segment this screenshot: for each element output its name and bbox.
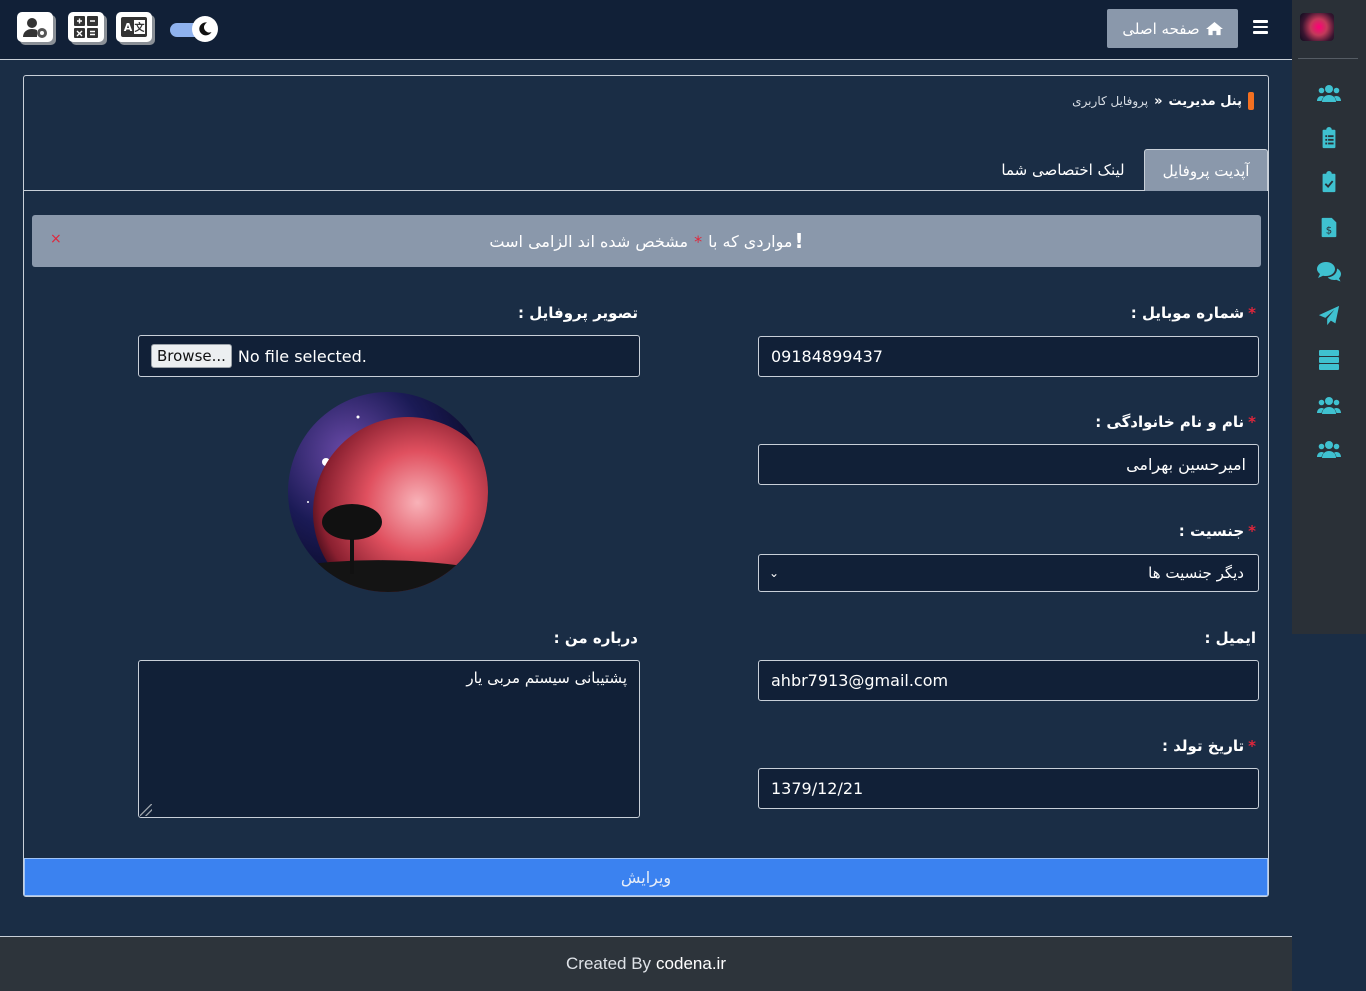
mobile-label: *شماره موبایل : (1130, 304, 1256, 322)
sidebar-divider (1298, 58, 1358, 59)
profile-card: پنل مدیریت « پروفایل کاربری آپدیت پروفای… (23, 75, 1269, 897)
users-icon[interactable] (1316, 81, 1342, 105)
users-icon[interactable] (1316, 437, 1342, 461)
footer-brand-link[interactable]: codena.ir (656, 954, 726, 974)
fullname-input[interactable]: امیرحسین بهرامی (758, 444, 1259, 485)
svg-text:$: $ (1326, 225, 1332, 236)
file-status: No file selected. (237, 346, 367, 366)
about-textarea[interactable]: پشتیبانی سیستم مربی یار (138, 660, 640, 818)
about-text: پشتیبانی سیستم مربی یار (466, 669, 627, 687)
alert-required-mark: * (694, 231, 703, 251)
hamburger-menu-icon[interactable] (1253, 20, 1268, 34)
svg-text:A: A (124, 21, 133, 34)
profile-image-label: تصویر پروفایل : (518, 304, 638, 322)
birthdate-input[interactable]: 1379/12/21 (758, 768, 1259, 809)
users-icon[interactable] (1316, 393, 1342, 417)
home-icon (1205, 21, 1223, 36)
footer: Created By codena.ir (0, 936, 1292, 991)
breadcrumb: پنل مدیریت « پروفایل کاربری (1072, 92, 1254, 110)
breadcrumb-current: پروفایل کاربری (1072, 94, 1149, 108)
chevron-down-icon: ⌄ (769, 566, 780, 580)
email-label: ایمیل : (1204, 629, 1256, 647)
breadcrumb-marker (1248, 92, 1254, 110)
clipboard-list-icon[interactable] (1316, 126, 1342, 150)
tab-bar: آپدیت پروفایل لینک اختصاصی شما (24, 149, 1268, 191)
profile-avatar (288, 392, 488, 592)
sidebar: $ (1292, 0, 1366, 634)
paper-plane-icon[interactable] (1316, 304, 1342, 328)
tab-personal-link[interactable]: لینک اختصاصی شما (988, 149, 1138, 191)
alert-text-before: مواردی که با (708, 231, 793, 251)
svg-text:文: 文 (135, 21, 146, 34)
home-button-label: صفحه اصلی (1122, 19, 1200, 38)
tab-update-profile[interactable]: آپدیت پروفایل (1144, 149, 1268, 191)
mobile-input[interactable]: 09184899437 (758, 336, 1259, 377)
user-settings-icon[interactable] (17, 12, 53, 42)
invoice-dollar-icon[interactable]: $ (1316, 215, 1342, 239)
server-icon[interactable] (1316, 348, 1342, 372)
email-input[interactable]: ahbr7913@gmail.com (758, 660, 1259, 701)
home-button[interactable]: صفحه اصلی (1107, 9, 1238, 48)
calculator-icon[interactable] (68, 12, 104, 42)
exclamation-icon: ! (794, 229, 804, 253)
alert-text-after: مشخص شده اند الزامی است (489, 231, 689, 251)
profile-image-file-input[interactable]: Browse... No file selected. (138, 335, 640, 377)
comments-icon[interactable] (1316, 259, 1342, 283)
breadcrumb-main[interactable]: پنل مدیریت (1169, 94, 1243, 109)
fullname-label: *نام و نام خانوادگی : (1095, 413, 1256, 431)
moon-icon (192, 16, 218, 42)
gender-selected: دیگر جنسیت ها (1148, 564, 1244, 582)
close-icon[interactable]: × (50, 231, 62, 247)
dark-mode-toggle[interactable] (170, 16, 218, 42)
required-fields-alert: ! مواردی که با * مشخص شده اند الزامی است… (32, 215, 1261, 267)
resize-handle[interactable] (140, 804, 152, 816)
footer-prefix: Created By (566, 954, 652, 973)
birthdate-label: *تاریخ تولد : (1162, 737, 1256, 755)
browse-button[interactable]: Browse... (151, 344, 232, 368)
gender-label: *جنسیت : (1178, 522, 1256, 540)
translate-icon[interactable]: A文 (116, 12, 152, 42)
top-navbar: A文 صفحه اصلی (0, 0, 1292, 60)
submit-edit-button[interactable]: ویرایش (24, 858, 1268, 896)
logo-image[interactable] (1300, 13, 1334, 41)
gender-select[interactable]: دیگر جنسیت ها ⌄ (758, 554, 1259, 592)
about-label: درباره من : (553, 629, 638, 647)
chevrons-left-icon: « (1154, 93, 1163, 109)
clipboard-check-icon[interactable] (1316, 170, 1342, 194)
